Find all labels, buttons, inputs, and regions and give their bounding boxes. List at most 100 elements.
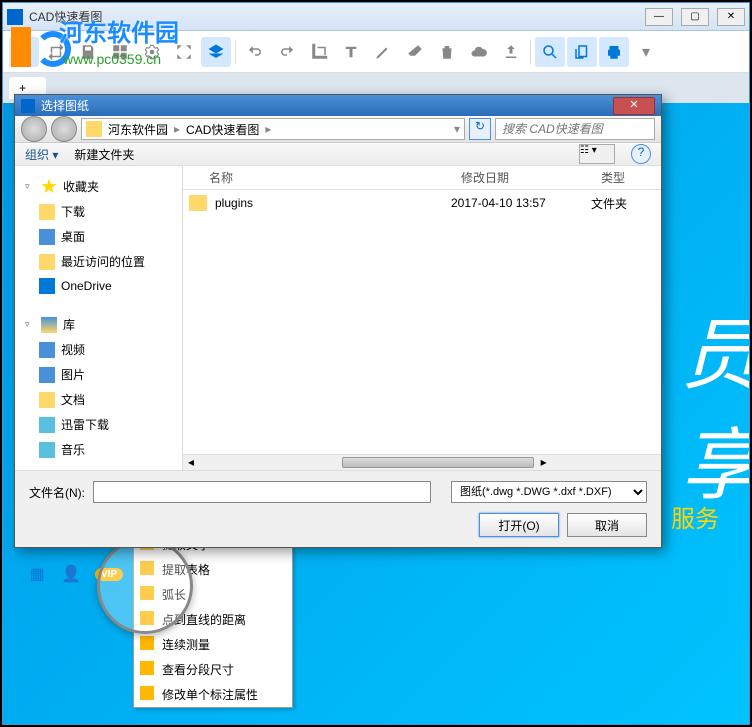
music-icon [39,442,55,458]
app-icon [7,9,23,25]
magnifier-lens [97,538,193,634]
picture-icon [39,367,55,383]
copy-icon[interactable] [567,37,597,67]
desktop-icon [39,229,55,245]
close-button[interactable]: ✕ [717,8,745,26]
watermark-url: www.pc0359.cn [63,51,161,67]
watermark-logo-icon [11,27,59,75]
label-icon [140,686,154,700]
recent-icon [39,254,55,270]
window-controls: — ▢ ✕ [645,8,745,26]
col-date[interactable]: 修改日期 [451,169,591,186]
breadcrumb-seg[interactable]: 河东软件园 [102,121,174,138]
menu-item-segment[interactable]: 查看分段尺寸 [134,657,292,682]
segment-icon [140,661,154,675]
chevron-right-icon: ▸ [265,122,271,136]
breadcrumb-seg[interactable]: CAD快速看图 [180,121,265,138]
maximize-button[interactable]: ▢ [681,8,709,26]
dialog-title: 选择图纸 [41,97,613,114]
dialog-toolbar: 组织 ▾ 新建文件夹 ☷ ▾ ? [15,143,661,166]
filetype-select[interactable]: 图纸(*.dwg *.DWG *.dxf *.DXF) [451,481,647,503]
folder-icon [86,121,102,137]
dialog-titlebar: 选择图纸 ✕ [15,95,661,116]
sidebar-library[interactable]: ▿库 [15,312,182,337]
folder-icon [39,204,55,220]
video-icon [39,342,55,358]
dialog-footer: 文件名(N): 图纸(*.dwg *.DWG *.dxf *.DXF) 打开(O… [15,470,661,547]
search-icon[interactable] [535,37,565,67]
file-open-dialog: 选择图纸 ✕ 河东软件园 ▸ CAD快速看图 ▸ ▾ ↻ 组织 ▾ 新建文件夹 … [14,94,662,548]
text-icon[interactable] [336,37,366,67]
sidebar-item-video[interactable]: 视频 [15,337,182,362]
file-list: 名称 修改日期 类型 plugins 2017-04-10 13:57 文件夹 … [183,166,661,470]
sidebar-favorites[interactable]: ▿收藏夹 [15,174,182,199]
col-name[interactable]: 名称 [183,169,451,186]
menu-item-modify-label[interactable]: 修改单个标注属性 [134,682,292,707]
onedrive-icon [39,278,55,294]
filename-label: 文件名(N): [29,484,85,501]
sidebar-item-downloads[interactable]: 下载 [15,199,182,224]
scroll-right-icon[interactable]: ▸ [536,455,552,470]
breadcrumb[interactable]: 河东软件园 ▸ CAD快速看图 ▸ ▾ [81,118,465,140]
sidebar-item-desktop[interactable]: 桌面 [15,224,182,249]
user-icon[interactable]: 👤 [61,564,81,584]
list-body[interactable]: plugins 2017-04-10 13:57 文件夹 [183,190,661,454]
trash-icon[interactable] [432,37,462,67]
calendar-icon[interactable]: ▦ [27,564,47,584]
dialog-body: ▿收藏夹 下载 桌面 最近访问的位置 OneDrive ▿库 视频 图片 文档 … [15,166,661,470]
view-mode-button[interactable]: ☷ ▾ [579,144,615,164]
list-row[interactable]: plugins 2017-04-10 13:57 文件夹 [183,190,661,216]
forward-button[interactable] [51,116,77,142]
layers-icon[interactable] [201,37,231,67]
cloud-icon[interactable] [464,37,494,67]
col-type[interactable]: 类型 [591,169,661,186]
row-name: plugins [215,196,451,210]
sidebar-item-pictures[interactable]: 图片 [15,362,182,387]
refresh-button[interactable]: ↻ [469,118,491,140]
list-header: 名称 修改日期 类型 [183,166,661,190]
dialog-nav-bar: 河东软件园 ▸ CAD快速看图 ▸ ▾ ↻ [15,116,661,143]
row-type: 文件夹 [591,195,661,212]
row-date: 2017-04-10 13:57 [451,196,591,210]
eraser-icon[interactable] [400,37,430,67]
redo-icon[interactable] [272,37,302,67]
dropdown-icon[interactable]: ▾ [631,37,661,67]
sidebar-item-xunlei[interactable]: 迅雷下载 [15,412,182,437]
promo-text-1: 员 [681,293,749,405]
sidebar-item-recent[interactable]: 最近访问的位置 [15,249,182,274]
sidebar-item-onedrive[interactable]: OneDrive [15,274,182,298]
watermark-text: 河东软件园 [59,13,179,48]
star-icon [41,179,57,195]
cancel-button[interactable]: 取消 [567,513,647,537]
toolbar-separator [530,40,531,64]
undo-icon[interactable] [240,37,270,67]
minimize-button[interactable]: — [645,8,673,26]
dialog-sidebar: ▿收藏夹 下载 桌面 最近访问的位置 OneDrive ▿库 视频 图片 文档 … [15,166,183,470]
open-button[interactable]: 打开(O) [479,513,559,537]
menu-item-continuous[interactable]: 连续测量 [134,632,292,657]
sidebar-item-documents[interactable]: 文档 [15,387,182,412]
measure-icon [140,636,154,650]
chevron-down-icon[interactable]: ▾ [454,122,460,136]
horizontal-scrollbar[interactable]: ◂▸ [183,454,661,470]
toolbar-separator [235,40,236,64]
folder-icon [189,195,207,211]
scroll-left-icon[interactable]: ◂ [183,455,199,470]
filename-input[interactable] [93,481,431,503]
document-icon [39,392,55,408]
print-icon[interactable] [599,37,629,67]
library-icon [41,317,57,333]
new-folder-button[interactable]: 新建文件夹 [74,146,134,163]
pen-icon[interactable] [368,37,398,67]
scrollbar-thumb[interactable] [342,457,533,468]
help-button[interactable]: ? [631,144,651,164]
back-button[interactable] [21,116,47,142]
search-input[interactable] [495,118,655,140]
crop-icon[interactable] [304,37,334,67]
organize-menu[interactable]: 组织 ▾ [25,146,58,163]
download-icon [39,417,55,433]
sidebar-item-music[interactable]: 音乐 [15,437,182,462]
dialog-close-button[interactable]: ✕ [613,97,655,115]
dialog-icon [21,99,35,113]
upload-icon[interactable] [496,37,526,67]
